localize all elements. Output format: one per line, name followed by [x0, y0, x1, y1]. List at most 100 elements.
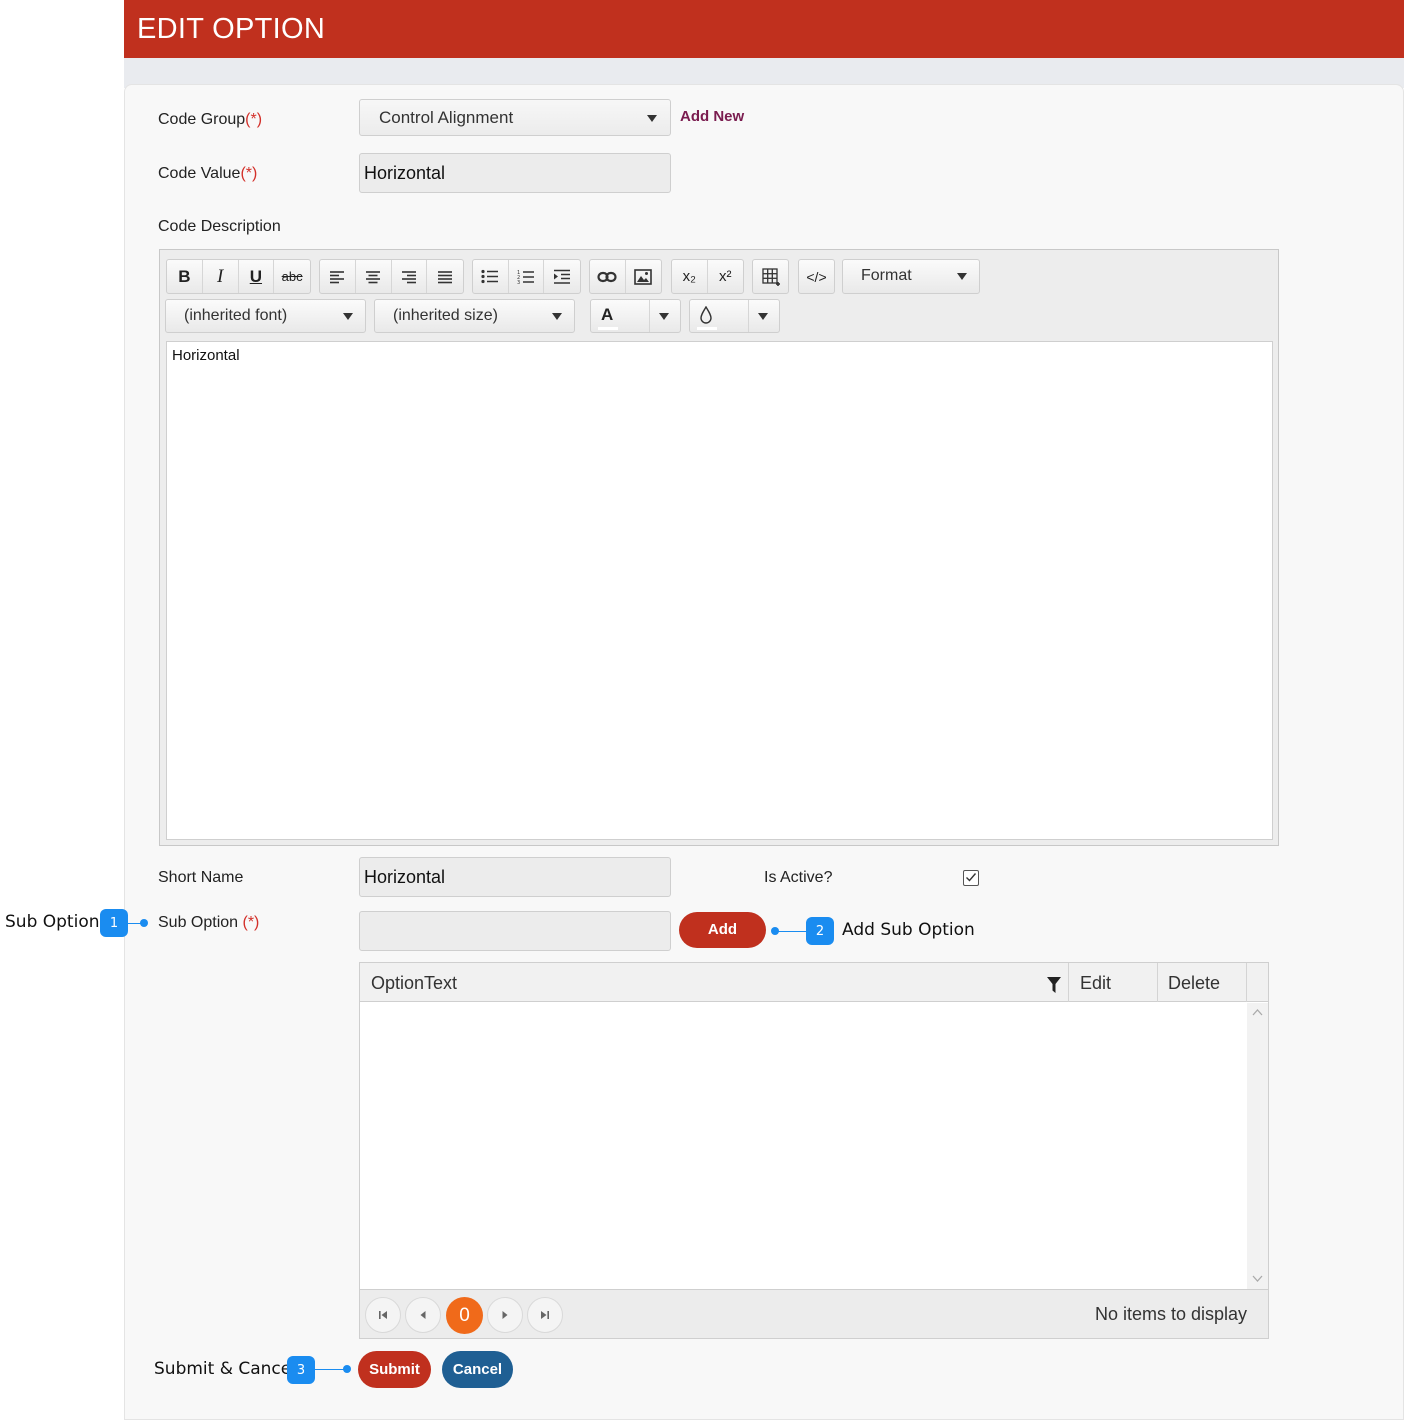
html-group: </>: [798, 259, 835, 294]
rich-text-editor: B I U abc 123 x₂ x² </> Format (inherite…: [159, 249, 1279, 846]
filter-icon[interactable]: [1047, 977, 1061, 993]
justify-full-button[interactable]: [427, 260, 463, 293]
submit-button[interactable]: Submit: [358, 1351, 431, 1388]
editor-content-area[interactable]: Horizontal: [166, 341, 1273, 840]
chevron-down-icon: [758, 313, 768, 320]
create-table-button[interactable]: [753, 260, 788, 293]
scroll-down-icon[interactable]: [1252, 1275, 1263, 1282]
chevron-down-icon: [552, 313, 562, 320]
format-value: Format: [861, 267, 912, 284]
justify-left-button[interactable]: [320, 260, 356, 293]
code-description-label: Code Description: [158, 218, 281, 235]
subscript-button[interactable]: x₂: [672, 260, 708, 293]
pager-info: No items to display: [1095, 1304, 1248, 1324]
font-size-dropdown[interactable]: (inherited size): [374, 299, 575, 333]
link-icon: [597, 271, 617, 282]
add-sub-option-button[interactable]: Add: [679, 912, 766, 948]
short-name-text: Horizontal: [364, 867, 446, 887]
align-right-icon: [401, 270, 416, 283]
first-page-icon: [379, 1311, 387, 1319]
annotation-1-badge: 1: [100, 909, 128, 937]
fill-drop-icon: [700, 306, 712, 324]
indent-button[interactable]: [544, 260, 580, 293]
required-marker: (*): [242, 914, 260, 931]
short-name-input[interactable]: Horizontal: [359, 857, 671, 897]
underline-button[interactable]: U: [239, 260, 275, 293]
annotation-1-text: Sub Option: [5, 912, 100, 932]
fore-color-picker[interactable]: A: [590, 299, 681, 333]
color-swatch: [598, 327, 618, 330]
grid-header: OptionText Edit Delete: [360, 963, 1268, 1002]
prev-page-button[interactable]: [405, 1297, 441, 1333]
current-page-indicator[interactable]: 0: [446, 1297, 483, 1334]
chevron-down-icon: [957, 273, 967, 280]
divider: [649, 300, 650, 332]
format-dropdown[interactable]: Format: [842, 259, 980, 294]
sub-option-label: Sub Option (*): [158, 914, 260, 931]
view-html-button[interactable]: </>: [799, 260, 834, 293]
required-marker: (*): [245, 111, 263, 128]
font-name-value: (inherited font): [184, 307, 288, 324]
justify-center-button[interactable]: [356, 260, 392, 293]
next-page-button[interactable]: [487, 1297, 523, 1333]
annotation-3-text: Submit & Cancel: [154, 1359, 296, 1379]
add-new-link[interactable]: Add New: [680, 108, 744, 125]
last-page-button[interactable]: [527, 1297, 563, 1333]
column-header-edit: Edit: [1080, 973, 1112, 993]
align-center-icon: [366, 270, 381, 283]
align-left-icon: [330, 270, 345, 283]
first-page-button[interactable]: [365, 1297, 401, 1333]
back-color-picker[interactable]: [689, 299, 780, 333]
chevron-down-icon: [343, 313, 353, 320]
list-group: 123: [472, 259, 581, 294]
check-icon: [966, 873, 977, 882]
code-group-select[interactable]: Control Alignment: [359, 99, 671, 136]
annotation-2-badge: 2: [806, 917, 834, 945]
svg-text:3: 3: [517, 280, 520, 285]
annotation-3-dot: [343, 1365, 351, 1373]
text-style-group: B I U abc: [166, 259, 311, 294]
numbered-list-button[interactable]: 123: [509, 260, 545, 293]
chevron-down-icon: [647, 115, 657, 122]
code-group-value: Control Alignment: [379, 108, 514, 127]
column-divider: [1157, 963, 1158, 1002]
bullet-list-button[interactable]: [473, 260, 509, 293]
sub-option-input[interactable]: [359, 911, 671, 951]
superscript-button[interactable]: x²: [708, 260, 744, 293]
italic-button[interactable]: I: [203, 260, 239, 293]
alignment-group: [319, 259, 464, 294]
is-active-label: Is Active?: [764, 869, 833, 886]
align-justify-icon: [438, 270, 453, 283]
grid-scrollbar[interactable]: [1247, 1003, 1268, 1289]
insert-group: [589, 259, 662, 294]
indent-icon: [554, 269, 571, 284]
annotation-3-badge: 3: [287, 1356, 315, 1384]
column-divider: [1246, 963, 1247, 1002]
last-page-icon: [541, 1311, 549, 1319]
image-icon: [634, 268, 653, 285]
font-name-dropdown[interactable]: (inherited font): [165, 299, 366, 333]
font-color-icon: A: [601, 305, 614, 324]
table-icon: [761, 267, 780, 286]
scroll-up-icon[interactable]: [1252, 1009, 1263, 1016]
cancel-button[interactable]: Cancel: [442, 1351, 513, 1388]
code-value-text: Horizontal: [364, 163, 446, 183]
bold-button[interactable]: B: [167, 260, 203, 293]
font-size-value: (inherited size): [393, 307, 498, 324]
strikethrough-button[interactable]: abc: [274, 260, 310, 293]
numbered-list-icon: 123: [517, 270, 534, 285]
is-active-checkbox[interactable]: [963, 870, 979, 886]
insert-image-button[interactable]: [626, 260, 662, 293]
insert-link-button[interactable]: [590, 260, 626, 293]
code-value-input[interactable]: Horizontal: [359, 153, 671, 193]
column-divider: [1068, 963, 1069, 1002]
sub-option-grid: OptionText Edit Delete 0 No items to dis…: [359, 962, 1269, 1339]
annotation-1-dot: [140, 919, 148, 927]
justify-right-button[interactable]: [392, 260, 428, 293]
annotation-2-line: [775, 931, 807, 932]
column-header-optiontext[interactable]: OptionText: [371, 973, 457, 994]
column-header-delete: Delete: [1168, 973, 1221, 993]
page-header: EDIT OPTION: [124, 0, 1404, 58]
prev-page-icon: [420, 1311, 426, 1319]
divider: [748, 300, 749, 332]
